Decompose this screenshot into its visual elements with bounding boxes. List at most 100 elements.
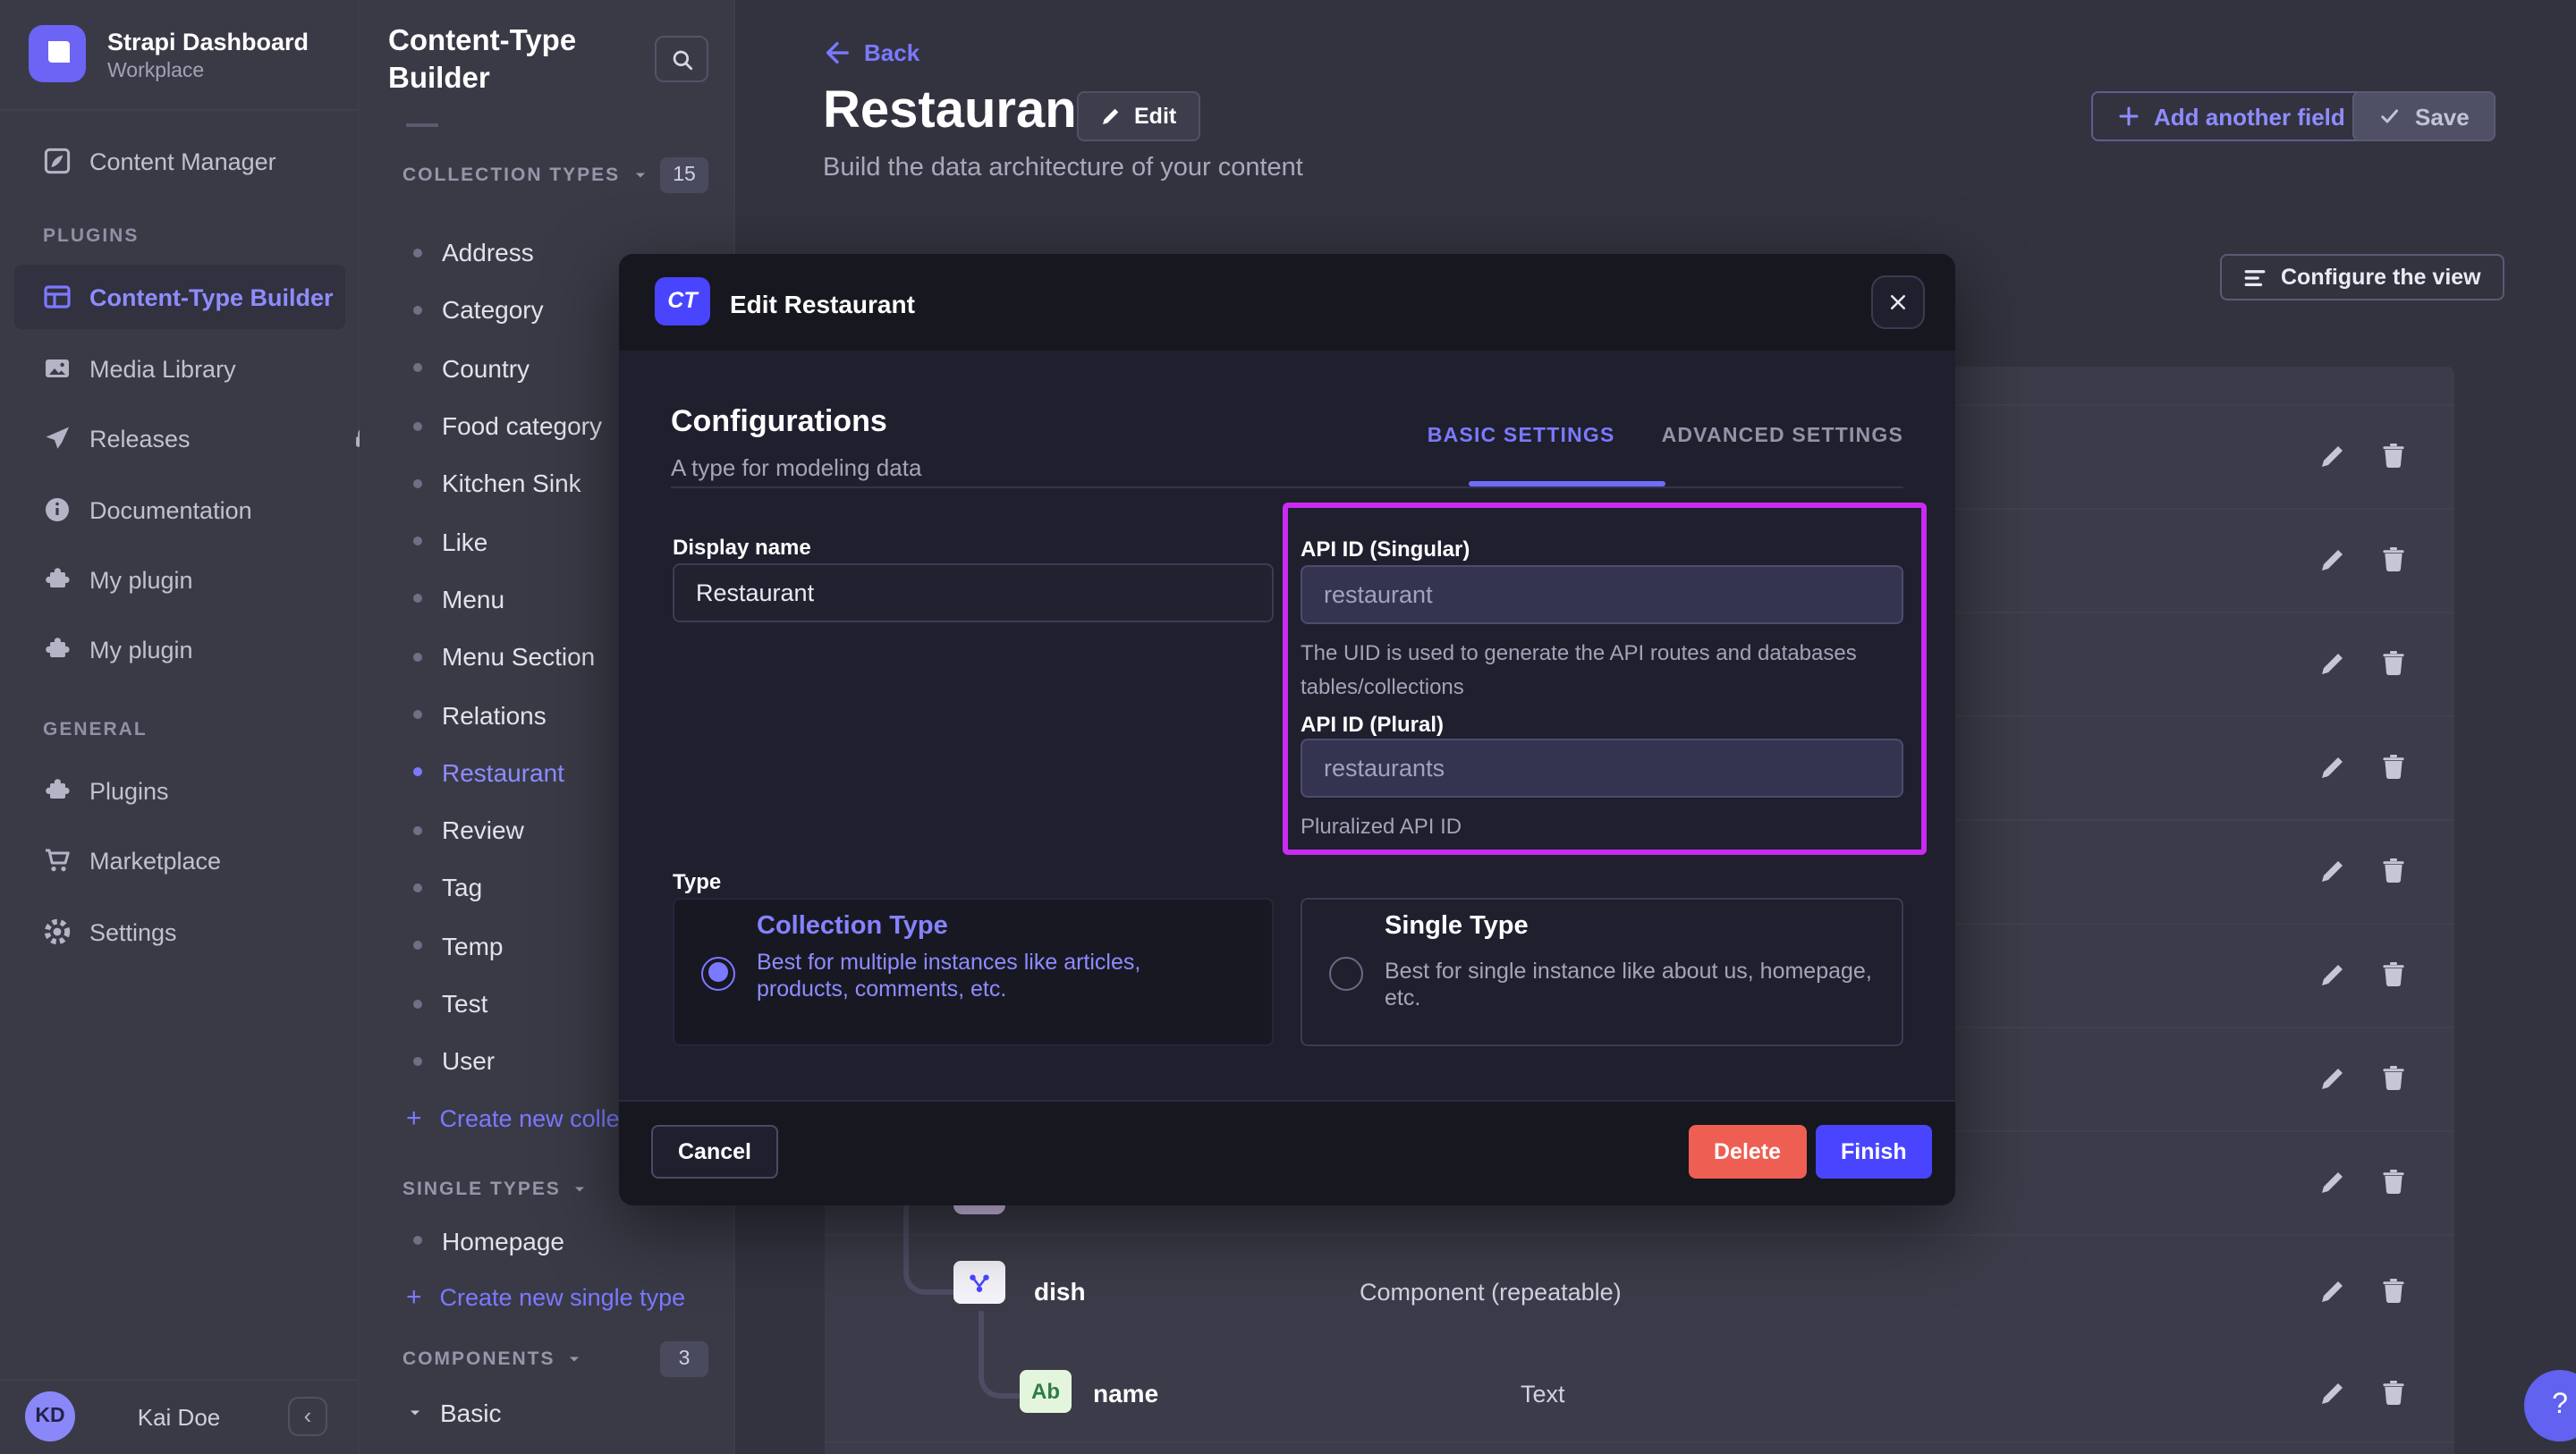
search-button[interactable] <box>655 36 708 82</box>
puzzle-icon <box>43 635 72 664</box>
sidebar-item-my-plugin-2[interactable]: My plugin <box>0 617 360 681</box>
subnav-item-homepage[interactable]: Homepage <box>360 1212 735 1270</box>
finish-button[interactable]: Finish <box>1816 1124 1932 1178</box>
api-id-plural-input[interactable]: restaurants <box>1301 739 1903 798</box>
sidebar-item-documentation[interactable]: Documentation <box>0 478 360 542</box>
brand: Strapi Dashboard Workplace <box>0 0 358 111</box>
page-subtitle: Build the data architecture of your cont… <box>823 154 1303 182</box>
pencil-icon[interactable] <box>2318 753 2347 782</box>
row-actions <box>2318 1064 2408 1093</box>
puzzle-icon <box>43 776 72 805</box>
configure-the-view-button[interactable]: Configure the view <box>2220 254 2504 300</box>
configurations-title: Configurations <box>671 403 887 439</box>
pencil-icon[interactable] <box>2318 545 2347 574</box>
field-name: name <box>1093 1379 1158 1408</box>
collapse-sidebar-button[interactable]: ‹ <box>288 1397 327 1436</box>
pencil-icon[interactable] <box>2318 857 2347 885</box>
row-actions <box>2318 442 2408 470</box>
back-link[interactable]: Back <box>823 39 919 66</box>
sidebar-item-marketplace[interactable]: Marketplace <box>0 828 360 892</box>
sidebar-item-label: Releases <box>89 425 191 452</box>
pencil-icon[interactable] <box>2318 649 2347 678</box>
bullet-icon <box>413 306 422 315</box>
sidebar-item-settings[interactable]: Settings <box>0 900 360 964</box>
trash-icon[interactable] <box>2379 442 2408 470</box>
trash-icon[interactable] <box>2379 1379 2408 1408</box>
sidebar-item-releases[interactable]: Releases <box>0 406 360 470</box>
page-title: Restaurant <box>823 82 1094 141</box>
field-type: Text <box>1521 1381 1565 1408</box>
trash-icon[interactable] <box>2379 857 2408 885</box>
bullet-icon <box>413 421 422 430</box>
delete-button[interactable]: Delete <box>1689 1124 1806 1178</box>
bullet-icon <box>413 248 422 257</box>
row-actions <box>2318 857 2408 885</box>
trash-icon[interactable] <box>2379 545 2408 574</box>
pencil-icon[interactable] <box>2318 960 2347 989</box>
bullet-icon <box>413 825 422 834</box>
collection-count-badge: 15 <box>660 157 708 193</box>
image-icon <box>43 354 72 383</box>
modal-title: Edit Restaurant <box>730 289 915 317</box>
bullet-icon <box>413 479 422 488</box>
row-actions <box>2318 960 2408 989</box>
puzzle-icon <box>43 565 72 594</box>
bullet-icon <box>413 363 422 372</box>
collection-types-header[interactable]: COLLECTION TYPES 15 <box>360 157 735 193</box>
edit-button[interactable]: Edit <box>1077 91 1199 141</box>
single-type-radio[interactable] <box>1329 956 1363 990</box>
trash-icon[interactable] <box>2379 1168 2408 1196</box>
trash-icon[interactable] <box>2379 649 2408 678</box>
add-another-field-button[interactable]: Add another field <box>2091 91 2372 141</box>
api-id-plural-label: API ID (Plural) <box>1301 712 1444 737</box>
sidebar-item-content-manager[interactable]: Content Manager <box>0 129 360 193</box>
pencil-icon[interactable] <box>2318 442 2347 470</box>
save-button[interactable]: Save <box>2352 91 2496 141</box>
trash-icon[interactable] <box>2379 1277 2408 1306</box>
strapi-logo-icon <box>29 25 86 82</box>
collection-type-radio[interactable] <box>701 956 735 990</box>
trash-icon[interactable] <box>2379 960 2408 989</box>
content-type-badge: CT <box>655 276 710 325</box>
strapi-app: Strapi Dashboard Workplace Content Manag… <box>0 0 2576 1454</box>
sidebar-item-media-library[interactable]: Media Library <box>0 336 360 401</box>
subnav-item-basic[interactable]: Basic <box>360 1384 735 1442</box>
sidebar-item-label: Plugins <box>89 777 169 804</box>
field-name: dish <box>1034 1277 1086 1306</box>
plugins-section-label: PLUGINS <box>43 225 139 247</box>
pencil-icon[interactable] <box>2318 1277 2347 1306</box>
components-header[interactable]: COMPONENTS 3 <box>360 1341 735 1377</box>
settings-tabs: BASIC SETTINGS ADVANCED SETTINGS <box>1428 425 1903 446</box>
bullet-icon <box>413 652 422 661</box>
trash-icon[interactable] <box>2379 1064 2408 1093</box>
api-id-plural-hint: Pluralized API ID <box>1301 809 1891 843</box>
layout-icon <box>43 283 72 311</box>
row-divider <box>825 1441 2454 1443</box>
cancel-button[interactable]: Cancel <box>651 1124 778 1178</box>
single-types-label: SINGLE TYPES <box>402 1179 561 1201</box>
sidebar-item-label: Settings <box>89 918 177 945</box>
pencil-icon <box>1100 106 1122 127</box>
row-actions <box>2318 1379 2408 1408</box>
create-single-type-link[interactable]: + Create new single type <box>360 1270 735 1327</box>
sidebar-item-content-type-builder[interactable]: Content-Type Builder <box>14 265 345 329</box>
sidebar-item-my-plugin-1[interactable]: My plugin <box>0 547 360 612</box>
pencil-icon[interactable] <box>2318 1168 2347 1196</box>
bullet-icon <box>413 1236 422 1245</box>
component-icon <box>953 1261 1005 1304</box>
chevron-down-icon <box>406 1404 424 1422</box>
api-id-singular-input[interactable]: restaurant <box>1301 564 1903 623</box>
sidebar-item-label: Marketplace <box>89 847 221 874</box>
pencil-icon[interactable] <box>2318 1064 2347 1093</box>
trash-icon[interactable] <box>2379 753 2408 782</box>
display-name-input[interactable]: Restaurant <box>673 562 1274 621</box>
field-type: Component (repeatable) <box>1360 1279 1622 1306</box>
bullet-icon <box>413 768 422 777</box>
close-button[interactable] <box>1871 275 1925 328</box>
tab-basic-settings[interactable]: BASIC SETTINGS <box>1428 425 1615 446</box>
feather-icon <box>43 147 72 175</box>
api-id-singular-label: API ID (Singular) <box>1301 537 1470 562</box>
tab-advanced-settings[interactable]: ADVANCED SETTINGS <box>1662 425 1903 446</box>
pencil-icon[interactable] <box>2318 1379 2347 1408</box>
sidebar-item-plugins[interactable]: Plugins <box>0 758 360 823</box>
